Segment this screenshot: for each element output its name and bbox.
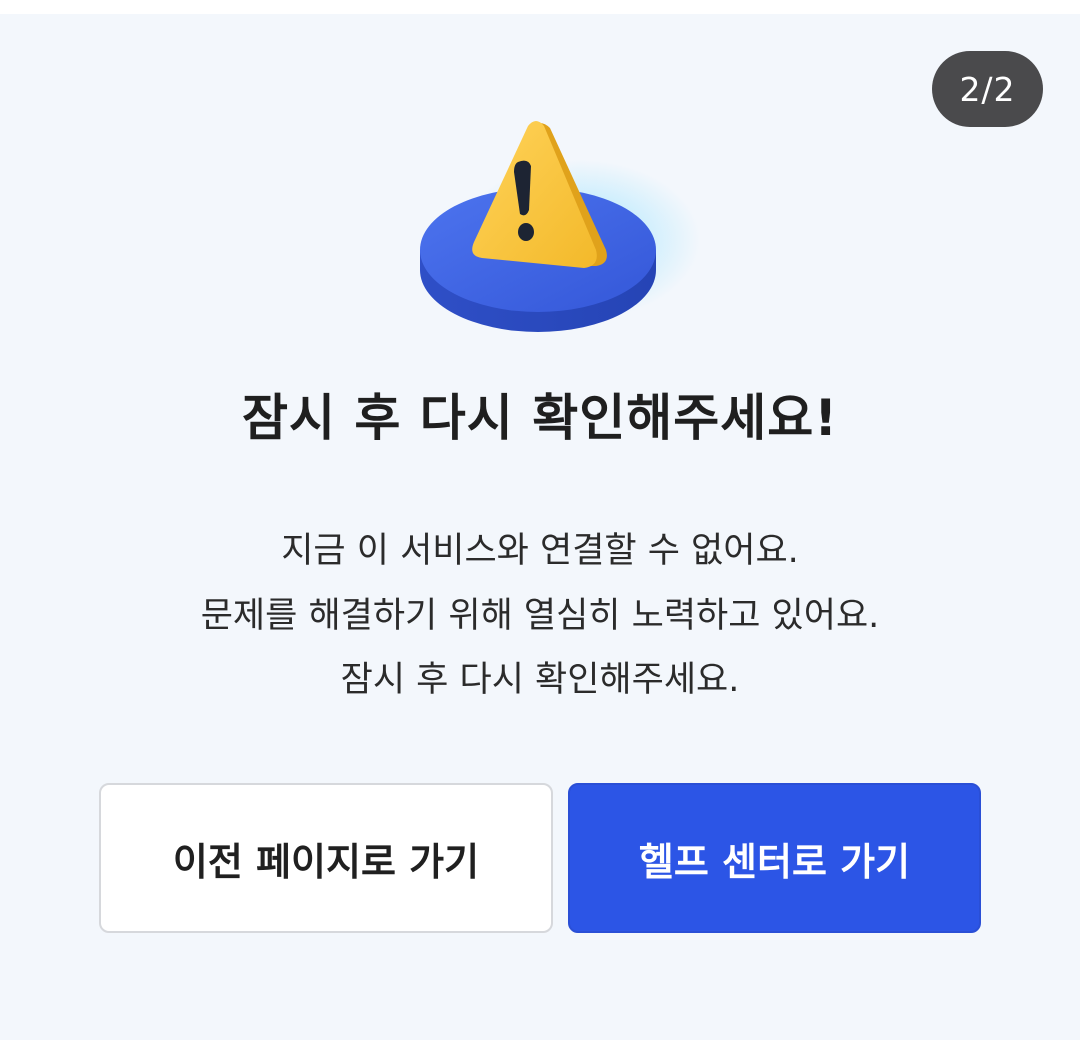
page-counter-badge: 2/2	[932, 51, 1043, 127]
previous-page-button[interactable]: 이전 페이지로 가기	[99, 783, 553, 933]
description-line-2: 문제를 해결하기 위해 열심히 노력하고 있어요.	[200, 596, 880, 636]
warning-icon	[420, 121, 700, 332]
page-title: 잠시 후 다시 확인해주세요!	[241, 389, 839, 447]
description-line-3: 잠시 후 다시 확인해주세요.	[340, 660, 740, 700]
top-strip	[0, 0, 1080, 14]
description-line-1: 지금 이 서비스와 연결할 수 없어요.	[281, 531, 799, 571]
help-center-button[interactable]: 헬프 센터로 가기	[568, 783, 981, 933]
warning-illustration	[410, 110, 700, 340]
